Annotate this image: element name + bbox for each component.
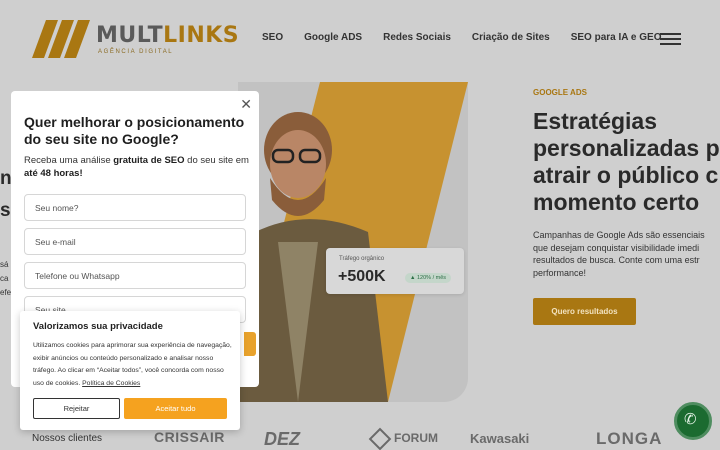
email-input[interactable] xyxy=(24,228,246,255)
nav-item-google-ads[interactable]: Google ADS xyxy=(304,32,362,43)
clients-label: Nossos clientes xyxy=(32,433,103,444)
cookie-title: Valorizamos sua privacidade xyxy=(33,321,163,332)
accept-cookies-button[interactable]: Aceitar tudo xyxy=(124,398,227,419)
hero-illustration xyxy=(238,82,468,402)
logo-subtitle: AGÊNCIA DIGITAL xyxy=(98,49,174,55)
close-icon[interactable]: ✕ xyxy=(240,96,252,113)
hero-tag: GOOGLE ADS xyxy=(533,88,587,97)
hero-left-peek-1: n xyxy=(0,168,12,189)
client-logo-longa: LONGA xyxy=(596,429,663,448)
nav-item-criacao-sites[interactable]: Criação de Sites xyxy=(472,32,550,43)
whatsapp-button[interactable]: ✆ xyxy=(674,402,712,440)
main-nav: SEO Google ADS Redes Sociais Criação de … xyxy=(262,32,662,43)
hero-image xyxy=(238,82,468,402)
stat-growth-badge: ▲ 120% / mês xyxy=(405,273,452,283)
modal-title: Quer melhorar o posicionamento do seu si… xyxy=(24,114,245,147)
nav-item-redes-sociais[interactable]: Redes Sociais xyxy=(383,32,451,43)
modal-text: Receba uma análise gratuita de SEO do se… xyxy=(24,155,249,179)
reject-cookies-button[interactable]: Rejeitar xyxy=(33,398,120,419)
phone-input[interactable] xyxy=(24,262,246,289)
site-header: MULTLINKS AGÊNCIA DIGITAL SEO Google ADS… xyxy=(0,0,720,78)
client-logo-dez: DEZ xyxy=(264,429,300,449)
traffic-stat-card: Tráfego orgânico +500K ▲ 120% / mês xyxy=(326,248,464,294)
forum-emblem-icon xyxy=(368,427,392,450)
client-logo-crissair: CRISSAIR xyxy=(154,429,225,445)
stat-label: Tráfego orgânico xyxy=(339,256,385,262)
cookie-policy-link[interactable]: Política de Cookies xyxy=(82,380,140,387)
submit-button[interactable] xyxy=(244,332,256,356)
hero-left-peek-2: s xyxy=(0,200,11,221)
hero-description: Campanhas de Google Ads são essenciais q… xyxy=(533,230,705,278)
whatsapp-icon: ✆ xyxy=(684,411,697,428)
hero-title: Estratégias personalizadas p atrair o pú… xyxy=(533,108,720,215)
cta-button[interactable]: Quero resultados xyxy=(533,298,636,325)
client-logo-kawasaki: Kawasaki xyxy=(470,431,530,446)
logo-text: MULTLINKS xyxy=(96,23,240,48)
hamburger-menu-icon[interactable] xyxy=(660,33,681,45)
hero-left-peek-small: sá ca efe xyxy=(0,260,12,297)
nav-item-seo[interactable]: SEO xyxy=(262,32,283,43)
name-input[interactable] xyxy=(24,194,246,221)
stat-value: +500K xyxy=(338,268,386,285)
logo-mark-icon xyxy=(32,20,90,58)
cookie-consent-box: Valorizamos sua privacidade Utilizamos c… xyxy=(20,311,240,430)
client-logo-forum: FORUM xyxy=(368,427,438,450)
multlinks-logo[interactable]: MULTLINKS AGÊNCIA DIGITAL xyxy=(32,20,242,58)
nav-item-seo-ia-geo[interactable]: SEO para IA e GEO xyxy=(571,32,662,43)
cookie-text: Utilizamos cookies para aprimorar sua ex… xyxy=(33,342,232,387)
